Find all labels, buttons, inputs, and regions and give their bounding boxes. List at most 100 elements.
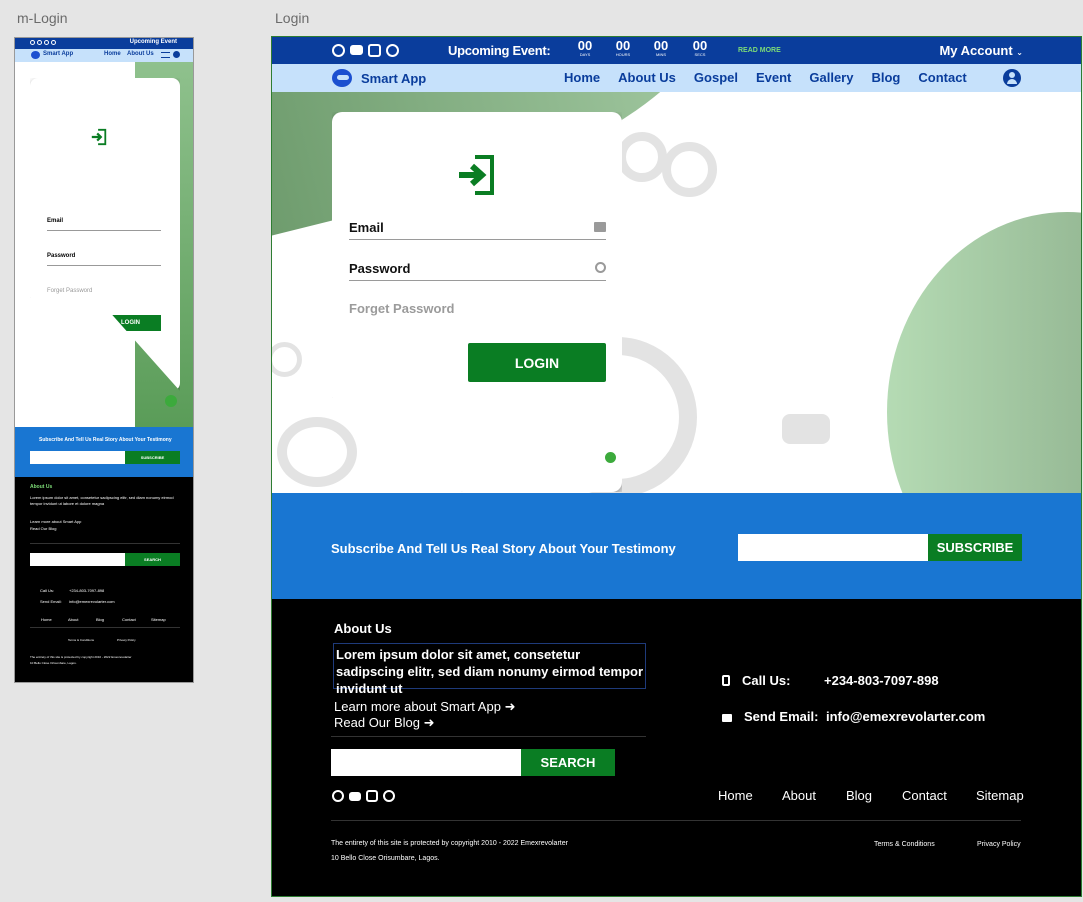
- search-button[interactable]: SEARCH: [521, 749, 615, 776]
- whatsapp-icon[interactable]: [386, 44, 399, 57]
- mobile-footer-nav-contact[interactable]: Contact: [122, 617, 136, 622]
- learn-more-link[interactable]: Learn more about Smart App ➜: [334, 699, 515, 715]
- mobile-nav-about[interactable]: About Us: [127, 51, 154, 57]
- privacy-link[interactable]: Privacy Policy: [977, 841, 1021, 848]
- login-button[interactable]: LOGIN: [468, 343, 606, 382]
- about-heading: About Us: [334, 621, 392, 636]
- footer-nav-contact[interactable]: Contact: [902, 788, 947, 803]
- instagram-icon[interactable]: [368, 44, 381, 57]
- youtube-icon[interactable]: [349, 792, 361, 801]
- call-value[interactable]: +234-803-7097-898: [824, 673, 939, 688]
- about-text: Lorem ipsum dolor sit amet, consetetur s…: [333, 643, 646, 696]
- mobile-footer-nav-blog[interactable]: Blog: [96, 617, 104, 622]
- logo-icon[interactable]: [31, 51, 40, 59]
- logo-icon[interactable]: [332, 69, 352, 87]
- mobile-privacy-link[interactable]: Privacy Policy: [117, 638, 136, 642]
- mobile-footer-nav-about[interactable]: About: [68, 617, 78, 622]
- mobile-subscribe-input[interactable]: [30, 451, 125, 464]
- nav-gospel[interactable]: Gospel: [694, 70, 738, 85]
- mobile-login-frame: Upcoming Event Smart App Home About Us E…: [14, 37, 194, 683]
- topbar: Upcoming Event: 00 DAYS 00 HOURS 00 MINS 00…: [272, 37, 1081, 64]
- mobile-navbar: Smart App Home About Us: [15, 49, 193, 62]
- mobile-password-label: Password: [47, 253, 76, 259]
- facebook-icon[interactable]: [332, 44, 345, 57]
- back-arrow-icon[interactable]: [165, 395, 177, 407]
- key-icon: [595, 262, 606, 273]
- login-icon: [91, 128, 107, 146]
- user-icon[interactable]: [1003, 69, 1021, 87]
- whatsapp-icon[interactable]: [51, 40, 56, 45]
- nav-links: Home About Us Gospel Event Gallery Blog …: [564, 70, 985, 85]
- subscribe-email-input[interactable]: [738, 534, 929, 561]
- mobile-terms-link[interactable]: Terms & Conditions: [68, 638, 94, 642]
- facebook-icon[interactable]: [30, 40, 35, 45]
- mobile-upcoming-event[interactable]: Upcoming Event: [130, 39, 177, 45]
- mobile-call-label: Call Us:: [40, 588, 55, 593]
- hero: Email Password Forget Password LOGIN: [272, 92, 1081, 493]
- facebook-icon[interactable]: [332, 790, 344, 802]
- whatsapp-icon[interactable]: [383, 790, 395, 802]
- mobile-copyright: The entirety of this site is protected b…: [30, 655, 132, 659]
- mobile-subscribe-button[interactable]: SUBSCRIBE: [125, 451, 180, 464]
- mobile-brand[interactable]: Smart App: [43, 51, 73, 57]
- my-account-menu[interactable]: My Account ⌄: [939, 43, 1023, 58]
- cloud-lock-icon: [277, 417, 357, 487]
- read-blog-link[interactable]: Read Our Blog ➜: [334, 715, 435, 731]
- mobile-email-label-footer: Send Email:: [40, 599, 62, 604]
- mobile-footer-nav-home[interactable]: Home: [41, 617, 52, 622]
- youtube-icon[interactable]: [350, 45, 363, 55]
- mobile-search-button[interactable]: SEARCH: [125, 553, 180, 566]
- mobile-footer: About Us Lorem ipsum dolor sit amet, con…: [15, 477, 193, 682]
- footer-social-icons: [332, 790, 395, 802]
- nav-about-us[interactable]: About Us: [618, 70, 676, 85]
- password-field[interactable]: [349, 280, 606, 281]
- phone-icon: [722, 675, 730, 686]
- envelope-icon: [722, 714, 732, 722]
- nav-home[interactable]: Home: [564, 70, 600, 85]
- countdown-mins: 00 MINS: [653, 38, 669, 57]
- user-icon[interactable]: [173, 51, 180, 58]
- email-field[interactable]: [349, 239, 606, 240]
- terms-link[interactable]: Terms & Conditions: [874, 841, 935, 848]
- hero-green-oval: [887, 212, 1081, 493]
- search-input[interactable]: [331, 749, 521, 776]
- mobile-frame-label: m-Login: [17, 10, 68, 26]
- nav-event[interactable]: Event: [756, 70, 791, 85]
- email-value[interactable]: info@emexrevolarter.com: [826, 709, 985, 724]
- mobile-forget-password[interactable]: Forget Password: [47, 288, 92, 294]
- subscribe-text: Subscribe And Tell Us Real Story About Y…: [331, 541, 676, 556]
- countdown-hours: 00 HOURS: [615, 38, 631, 57]
- menu-icon[interactable]: [161, 52, 170, 58]
- mobile-nav-home[interactable]: Home: [104, 51, 121, 57]
- youtube-icon[interactable]: [37, 40, 42, 45]
- footer-nav-sitemap[interactable]: Sitemap: [976, 788, 1024, 803]
- mobile-email-field[interactable]: [47, 230, 161, 231]
- footer-nav-home[interactable]: Home: [718, 788, 753, 803]
- mobile-call-value[interactable]: +234-803-7097-898: [69, 588, 104, 593]
- nav-gallery[interactable]: Gallery: [809, 70, 853, 85]
- mobile-search-input[interactable]: [30, 553, 125, 566]
- mobile-footer-nav-sitemap[interactable]: Sitemap: [151, 617, 166, 622]
- mobile-read-blog-link[interactable]: Read Our Blog: [30, 526, 56, 531]
- mobile-hero: Email Password Forget Password LOGIN: [15, 62, 193, 427]
- instagram-icon[interactable]: [44, 40, 49, 45]
- divider: [331, 820, 1021, 821]
- divider: [331, 736, 646, 737]
- back-arrow-icon[interactable]: [603, 450, 618, 465]
- mobile-subscribe: Subscribe And Tell Us Real Story About Y…: [15, 427, 193, 477]
- brand-name[interactable]: Smart App: [361, 71, 426, 86]
- nav-contact[interactable]: Contact: [918, 70, 966, 85]
- footer-nav-about[interactable]: About: [782, 788, 816, 803]
- divider: [30, 543, 180, 544]
- mobile-login-button[interactable]: LOGIN: [100, 315, 161, 331]
- instagram-icon[interactable]: [366, 790, 378, 802]
- email-row: Send Email: info@emexrevolarter.com: [722, 709, 985, 724]
- subscribe-button[interactable]: SUBSCRIBE: [928, 534, 1022, 561]
- footer-nav-blog[interactable]: Blog: [846, 788, 872, 803]
- forget-password-link[interactable]: Forget Password: [349, 301, 454, 316]
- mobile-learn-more-link[interactable]: Learn more about Smart App: [30, 519, 81, 524]
- mobile-password-field[interactable]: [47, 265, 161, 266]
- mobile-email-value[interactable]: info@emexrevolarter.com: [69, 599, 115, 604]
- nav-blog[interactable]: Blog: [871, 70, 900, 85]
- read-more-link[interactable]: READ MORE: [738, 47, 781, 54]
